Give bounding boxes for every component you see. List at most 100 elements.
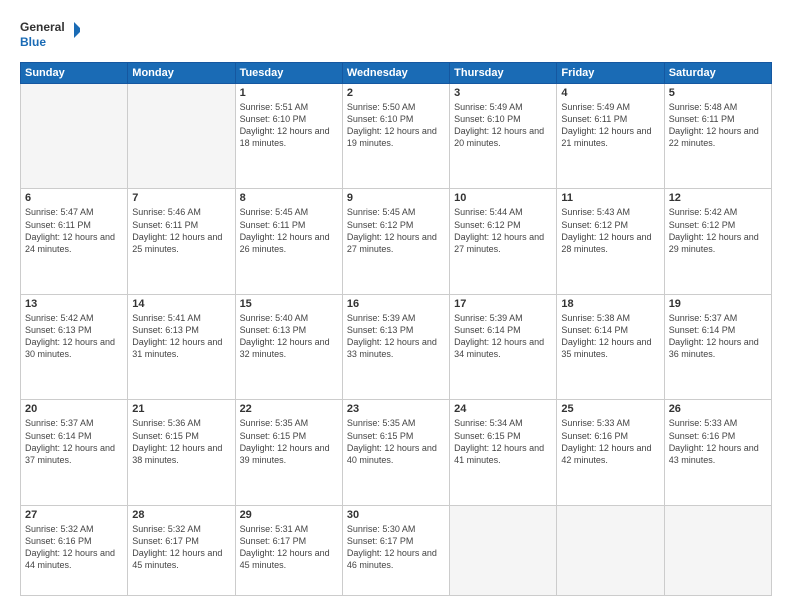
header: General Blue [20, 16, 772, 52]
day-info: Sunrise: 5:45 AM Sunset: 6:11 PM Dayligh… [240, 206, 338, 255]
day-number: 16 [347, 298, 445, 310]
svg-text:General: General [20, 20, 65, 34]
day-number: 8 [240, 192, 338, 204]
calendar-cell: 26 Sunrise: 5:33 AM Sunset: 6:16 PM Dayli… [664, 400, 771, 505]
day-number: 15 [240, 298, 338, 310]
calendar-day-header: Thursday [450, 63, 557, 84]
day-number: 7 [132, 192, 230, 204]
day-number: 30 [347, 509, 445, 521]
calendar-table: SundayMondayTuesdayWednesdayThursdayFrid… [20, 62, 772, 596]
day-info: Sunrise: 5:45 AM Sunset: 6:12 PM Dayligh… [347, 206, 445, 255]
calendar-cell: 20 Sunrise: 5:37 AM Sunset: 6:14 PM Dayli… [21, 400, 128, 505]
day-info: Sunrise: 5:44 AM Sunset: 6:12 PM Dayligh… [454, 206, 552, 255]
calendar-cell: 13Sunrise: 5:42 AM Sunset: 6:13 PM Dayli… [21, 294, 128, 399]
calendar-cell: 18 Sunrise: 5:38 AM Sunset: 6:14 PM Dayli… [557, 294, 664, 399]
day-info: Sunrise: 5:43 AM Sunset: 6:12 PM Dayligh… [561, 206, 659, 255]
day-info: Sunrise: 5:40 AM Sunset: 6:13 PM Dayligh… [240, 312, 338, 361]
day-info: Sunrise: 5:35 AM Sunset: 6:15 PM Dayligh… [347, 417, 445, 466]
day-number: 21 [132, 403, 230, 415]
day-info: Sunrise: 5:33 AM Sunset: 6:16 PM Dayligh… [669, 417, 767, 466]
day-number: 19 [669, 298, 767, 310]
calendar-day-header: Wednesday [342, 63, 449, 84]
calendar-cell [664, 505, 771, 595]
calendar-cell: 14 Sunrise: 5:41 AM Sunset: 6:13 PM Dayli… [128, 294, 235, 399]
calendar-day-header: Tuesday [235, 63, 342, 84]
page: General Blue SundayMondayTuesdayWednesda… [0, 0, 792, 612]
day-info: Sunrise: 5:30 AM Sunset: 6:17 PM Dayligh… [347, 523, 445, 572]
day-number: 23 [347, 403, 445, 415]
day-number: 24 [454, 403, 552, 415]
day-info: Sunrise: 5:32 AM Sunset: 6:16 PM Dayligh… [25, 523, 123, 572]
logo-svg: General Blue [20, 16, 80, 52]
day-info: Sunrise: 5:49 AM Sunset: 6:10 PM Dayligh… [454, 101, 552, 150]
day-info: Sunrise: 5:37 AM Sunset: 6:14 PM Dayligh… [25, 417, 123, 466]
day-number: 3 [454, 87, 552, 99]
day-number: 11 [561, 192, 659, 204]
calendar-cell: 15 Sunrise: 5:40 AM Sunset: 6:13 PM Dayli… [235, 294, 342, 399]
day-number: 2 [347, 87, 445, 99]
calendar-cell: 21Sunrise: 5:36 AM Sunset: 6:15 PM Dayli… [128, 400, 235, 505]
calendar-cell: 12Sunrise: 5:42 AM Sunset: 6:12 PM Dayli… [664, 189, 771, 294]
calendar-cell: 5 Sunrise: 5:48 AM Sunset: 6:11 PM Daylig… [664, 84, 771, 189]
calendar-cell: 29 Sunrise: 5:31 AM Sunset: 6:17 PM Dayli… [235, 505, 342, 595]
svg-text:Blue: Blue [20, 35, 46, 49]
day-info: Sunrise: 5:34 AM Sunset: 6:15 PM Dayligh… [454, 417, 552, 466]
calendar-week-row: 1Sunrise: 5:51 AM Sunset: 6:10 PM Daylig… [21, 84, 772, 189]
day-info: Sunrise: 5:32 AM Sunset: 6:17 PM Dayligh… [132, 523, 230, 572]
day-number: 22 [240, 403, 338, 415]
calendar-cell: 22Sunrise: 5:35 AM Sunset: 6:15 PM Dayli… [235, 400, 342, 505]
logo: General Blue [20, 16, 80, 52]
day-info: Sunrise: 5:51 AM Sunset: 6:10 PM Dayligh… [240, 101, 338, 150]
day-number: 6 [25, 192, 123, 204]
day-info: Sunrise: 5:49 AM Sunset: 6:11 PM Dayligh… [561, 101, 659, 150]
day-info: Sunrise: 5:50 AM Sunset: 6:10 PM Dayligh… [347, 101, 445, 150]
day-number: 18 [561, 298, 659, 310]
day-number: 20 [25, 403, 123, 415]
day-number: 27 [25, 509, 123, 521]
day-number: 14 [132, 298, 230, 310]
calendar-cell: 3 Sunrise: 5:49 AM Sunset: 6:10 PM Daylig… [450, 84, 557, 189]
day-info: Sunrise: 5:39 AM Sunset: 6:14 PM Dayligh… [454, 312, 552, 361]
calendar-cell: 2 Sunrise: 5:50 AM Sunset: 6:10 PM Daylig… [342, 84, 449, 189]
day-info: Sunrise: 5:42 AM Sunset: 6:12 PM Dayligh… [669, 206, 767, 255]
day-info: Sunrise: 5:31 AM Sunset: 6:17 PM Dayligh… [240, 523, 338, 572]
day-info: Sunrise: 5:41 AM Sunset: 6:13 PM Dayligh… [132, 312, 230, 361]
calendar-week-row: 20 Sunrise: 5:37 AM Sunset: 6:14 PM Dayli… [21, 400, 772, 505]
calendar-cell [128, 84, 235, 189]
day-number: 26 [669, 403, 767, 415]
calendar-cell: 6 Sunrise: 5:47 AM Sunset: 6:11 PM Daylig… [21, 189, 128, 294]
day-info: Sunrise: 5:48 AM Sunset: 6:11 PM Dayligh… [669, 101, 767, 150]
calendar-cell [557, 505, 664, 595]
calendar-cell: 17Sunrise: 5:39 AM Sunset: 6:14 PM Dayli… [450, 294, 557, 399]
calendar-cell: 4Sunrise: 5:49 AM Sunset: 6:11 PM Daylig… [557, 84, 664, 189]
calendar-cell: 19Sunrise: 5:37 AM Sunset: 6:14 PM Dayli… [664, 294, 771, 399]
day-info: Sunrise: 5:38 AM Sunset: 6:14 PM Dayligh… [561, 312, 659, 361]
calendar-day-header: Saturday [664, 63, 771, 84]
day-info: Sunrise: 5:46 AM Sunset: 6:11 PM Dayligh… [132, 206, 230, 255]
calendar-cell: 16 Sunrise: 5:39 AM Sunset: 6:13 PM Dayli… [342, 294, 449, 399]
calendar-cell: 27 Sunrise: 5:32 AM Sunset: 6:16 PM Dayli… [21, 505, 128, 595]
calendar-cell: 23 Sunrise: 5:35 AM Sunset: 6:15 PM Dayli… [342, 400, 449, 505]
calendar-week-row: 13Sunrise: 5:42 AM Sunset: 6:13 PM Dayli… [21, 294, 772, 399]
calendar-cell [450, 505, 557, 595]
calendar-cell: 25 Sunrise: 5:33 AM Sunset: 6:16 PM Dayli… [557, 400, 664, 505]
day-number: 28 [132, 509, 230, 521]
day-number: 25 [561, 403, 659, 415]
calendar-cell [21, 84, 128, 189]
calendar-week-row: 27 Sunrise: 5:32 AM Sunset: 6:16 PM Dayli… [21, 505, 772, 595]
calendar-cell: 8 Sunrise: 5:45 AM Sunset: 6:11 PM Daylig… [235, 189, 342, 294]
day-info: Sunrise: 5:47 AM Sunset: 6:11 PM Dayligh… [25, 206, 123, 255]
day-info: Sunrise: 5:39 AM Sunset: 6:13 PM Dayligh… [347, 312, 445, 361]
calendar-day-header: Friday [557, 63, 664, 84]
calendar-header-row: SundayMondayTuesdayWednesdayThursdayFrid… [21, 63, 772, 84]
calendar-cell: 30 Sunrise: 5:30 AM Sunset: 6:17 PM Dayli… [342, 505, 449, 595]
calendar-cell: 9 Sunrise: 5:45 AM Sunset: 6:12 PM Daylig… [342, 189, 449, 294]
calendar-cell: 11 Sunrise: 5:43 AM Sunset: 6:12 PM Dayli… [557, 189, 664, 294]
calendar-cell: 10Sunrise: 5:44 AM Sunset: 6:12 PM Dayli… [450, 189, 557, 294]
day-info: Sunrise: 5:33 AM Sunset: 6:16 PM Dayligh… [561, 417, 659, 466]
day-number: 9 [347, 192, 445, 204]
calendar-week-row: 6 Sunrise: 5:47 AM Sunset: 6:11 PM Daylig… [21, 189, 772, 294]
calendar-cell: 7 Sunrise: 5:46 AM Sunset: 6:11 PM Daylig… [128, 189, 235, 294]
day-number: 29 [240, 509, 338, 521]
day-number: 5 [669, 87, 767, 99]
